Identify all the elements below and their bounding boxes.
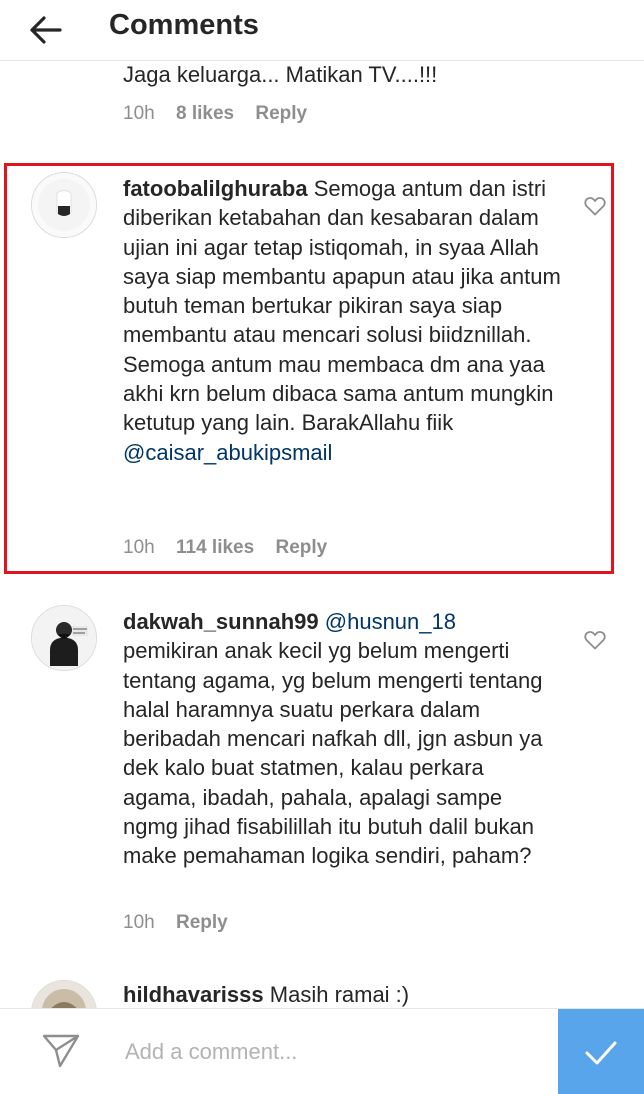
avatar-icon xyxy=(32,981,96,1008)
comment-time: 10h xyxy=(123,537,155,558)
comment-meta: 10h 114 likes Reply xyxy=(123,537,343,559)
mention-link[interactable]: @caisar_abukipsmail xyxy=(123,440,332,465)
avatar[interactable] xyxy=(31,172,97,238)
comment-meta: 10h Reply xyxy=(123,912,244,934)
comment-body: hildhavarisss Masih ramai :) xyxy=(123,980,563,1008)
comment-meta: 10h 8 likes Reply xyxy=(123,103,323,125)
avatar-icon xyxy=(32,606,96,670)
page-title: Comments xyxy=(109,9,259,41)
arrow-left-icon xyxy=(30,16,62,44)
comment-text: Masih ramai :) xyxy=(269,982,410,1007)
comment-body: dakwah_sunnah99 @husnun_18 pemikiran ana… xyxy=(123,607,563,871)
header-bar: Comments xyxy=(0,0,644,61)
reply-button[interactable]: Reply xyxy=(255,103,307,124)
paper-plane-icon xyxy=(42,1034,80,1068)
avatar-icon xyxy=(32,173,96,237)
reply-button[interactable]: Reply xyxy=(275,537,327,558)
comment-composer xyxy=(0,1008,644,1094)
comment-username[interactable]: hildhavarisss xyxy=(123,982,264,1007)
comment-time: 10h xyxy=(123,103,155,124)
comment-body: fatoobalilghuraba Semoga antum dan istri… xyxy=(123,174,563,467)
reply-button[interactable]: Reply xyxy=(176,912,228,933)
avatar[interactable] xyxy=(31,605,97,671)
comment-text: Jaga keluarga... Matikan TV....!!! xyxy=(123,62,438,87)
avatar[interactable] xyxy=(31,980,97,1008)
mention-link[interactable]: @husnun_18 xyxy=(325,609,456,634)
comment-input[interactable] xyxy=(123,1031,547,1073)
likes-count[interactable]: 8 likes xyxy=(176,103,234,124)
comment-time: 10h xyxy=(123,912,155,933)
back-button[interactable] xyxy=(26,10,66,50)
post-button[interactable] xyxy=(558,1009,644,1094)
like-button[interactable] xyxy=(583,628,607,652)
comment-username[interactable]: dakwah_sunnah99 xyxy=(123,609,319,634)
checkmark-icon xyxy=(585,1041,617,1064)
comment-text: pemikiran anak kecil yg belum mengerti t… xyxy=(123,638,543,869)
heart-icon xyxy=(584,631,606,650)
comment-text: Semoga antum dan istri diberikan ketabah… xyxy=(123,176,561,436)
comments-list[interactable]: Jaga keluarga... Matikan TV....!!! 10h 8… xyxy=(0,60,644,1008)
like-button[interactable] xyxy=(583,194,607,218)
comment-username[interactable]: fatoobalilghuraba xyxy=(123,176,308,201)
direct-share-button[interactable] xyxy=(40,1029,82,1071)
likes-count[interactable]: 114 likes xyxy=(176,537,254,558)
heart-icon xyxy=(584,197,606,216)
